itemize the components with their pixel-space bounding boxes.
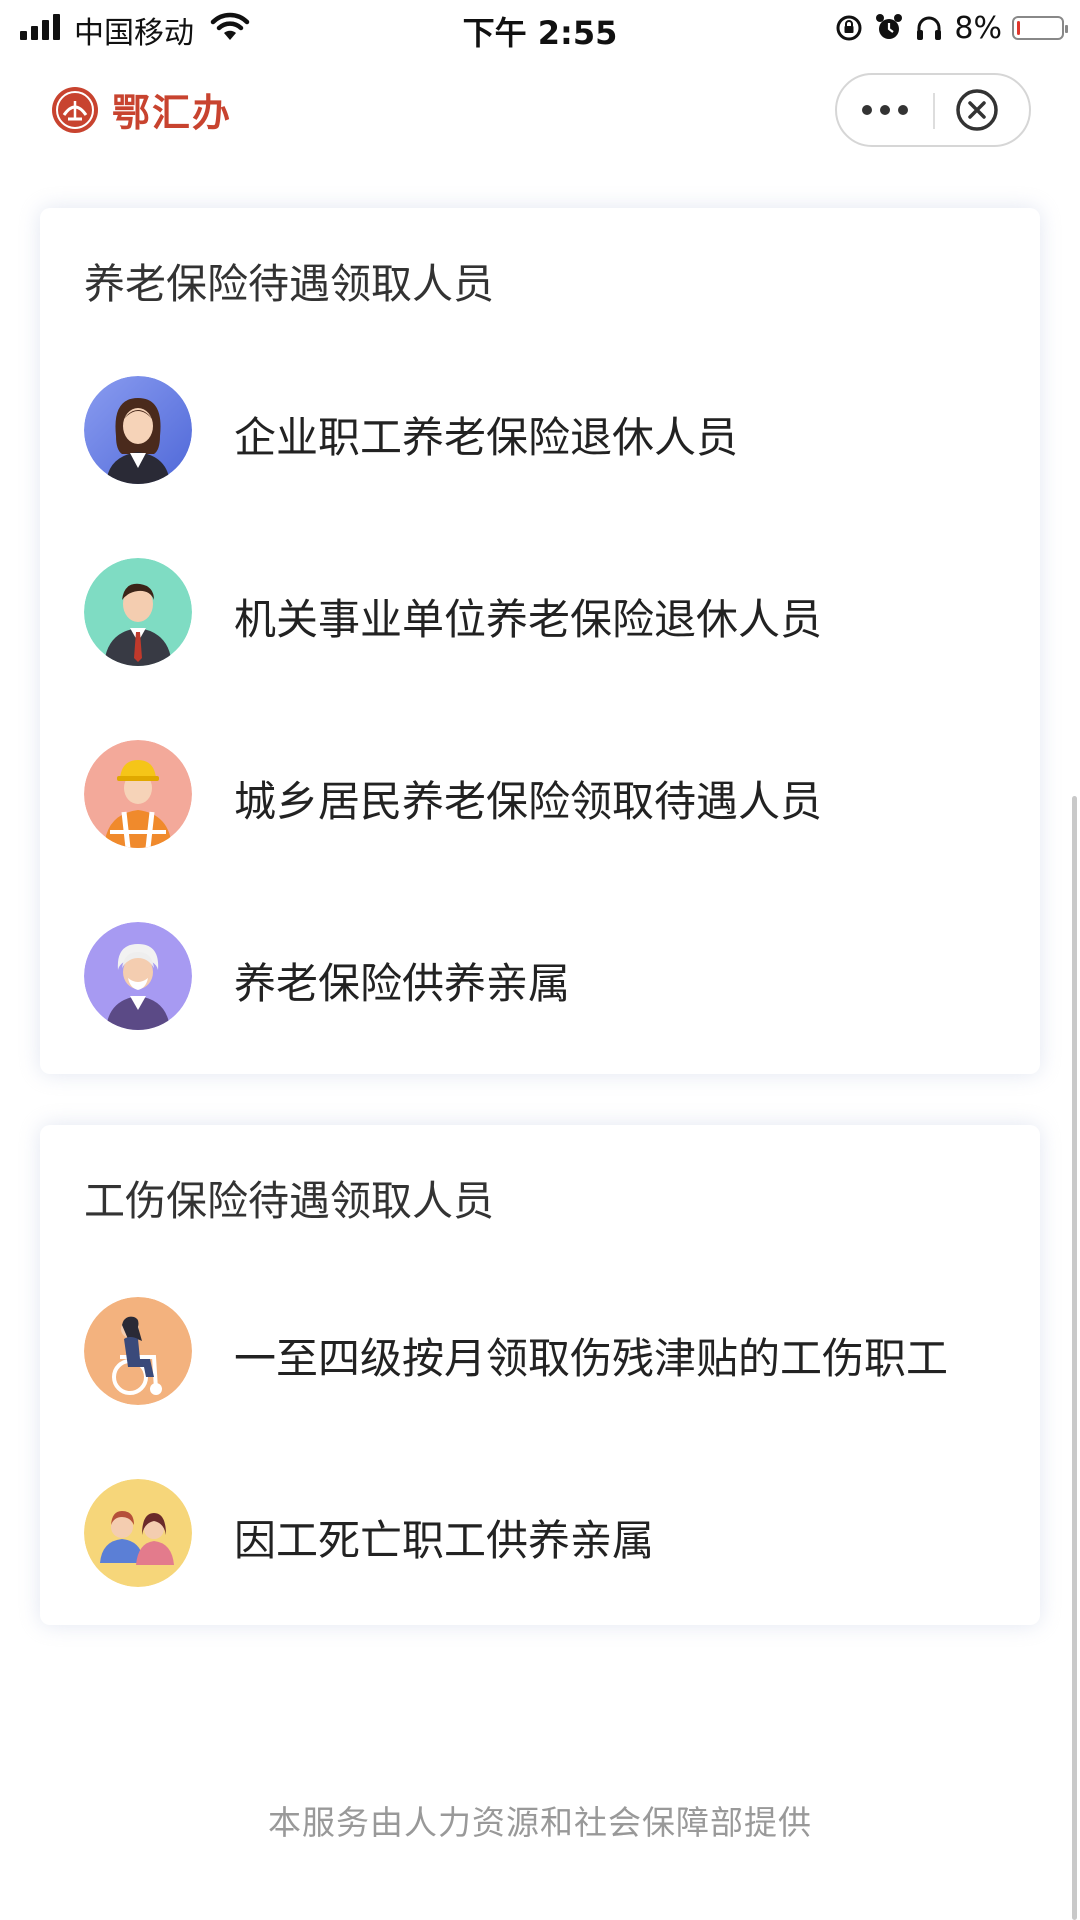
item-label: 养老保险供养亲属 xyxy=(234,959,571,1008)
headphones-icon xyxy=(917,16,942,40)
close-circle-icon[interactable] xyxy=(954,87,1000,133)
battery-icon xyxy=(1012,16,1068,40)
wheelchair-avatar-icon xyxy=(84,1297,192,1405)
male-official-avatar-icon xyxy=(84,558,192,666)
capsule-divider xyxy=(933,93,935,129)
item-label: 一至四级按月领取伤残津贴的工伤职工 xyxy=(234,1334,949,1383)
list-item-institution-retiree[interactable]: 机关事业单位养老保险退休人员 xyxy=(84,558,1020,668)
status-bar: 中国移动 下午 2:55 8% xyxy=(0,0,1080,56)
scrollbar[interactable] xyxy=(1072,796,1077,1920)
item-label: 因工死亡职工供养亲属 xyxy=(234,1516,655,1565)
worker-avatar-icon xyxy=(84,740,192,848)
battery-percent: 8% xyxy=(954,10,1002,46)
brand: 鄂汇办 xyxy=(50,82,232,137)
list-item-resident-pensioner[interactable]: 城乡居民养老保险领取待遇人员 xyxy=(84,740,1020,850)
section-title: 养老保险待遇领取人员 xyxy=(84,260,494,308)
more-dots-icon[interactable] xyxy=(837,75,933,145)
alarm-icon xyxy=(876,14,903,39)
family-avatar-icon xyxy=(84,1479,192,1587)
list-item-disabled-worker[interactable]: 一至四级按月领取伤残津贴的工伤职工 xyxy=(84,1297,1020,1407)
capsule-menu xyxy=(835,73,1031,147)
item-label: 企业职工养老保险退休人员 xyxy=(234,413,739,462)
female-employee-avatar-icon xyxy=(84,376,192,484)
brand-logo-icon xyxy=(52,86,98,133)
list-item-enterprise-retiree[interactable]: 企业职工养老保险退休人员 xyxy=(84,376,1020,486)
list-item-deceased-worker-dependent[interactable]: 因工死亡职工供养亲属 xyxy=(84,1479,1020,1589)
battery-level xyxy=(1017,21,1020,35)
footer-provider-note: 本服务由人力资源和社会保障部提供 xyxy=(268,1803,812,1842)
brand-name: 鄂汇办 xyxy=(112,90,233,135)
app-header: 鄂汇办 xyxy=(0,56,1080,164)
injury-section-card: 工伤保险待遇领取人员 一至四级按月领取伤残津贴的工伤职工 因工死亡职工供养亲属 xyxy=(40,1125,1040,1625)
elderly-avatar-icon xyxy=(84,922,192,1030)
section-title: 工伤保险待遇领取人员 xyxy=(84,1177,494,1225)
item-label: 城乡居民养老保险领取待遇人员 xyxy=(234,777,823,826)
rotation-lock-icon xyxy=(836,15,862,41)
pension-section-card: 养老保险待遇领取人员 企业职工养老保险退休人员 机关事业单位养老保险退休人员 城… xyxy=(40,208,1040,1074)
list-item-pension-dependent[interactable]: 养老保险供养亲属 xyxy=(84,922,1020,1032)
item-label: 机关事业单位养老保险退休人员 xyxy=(234,595,823,644)
